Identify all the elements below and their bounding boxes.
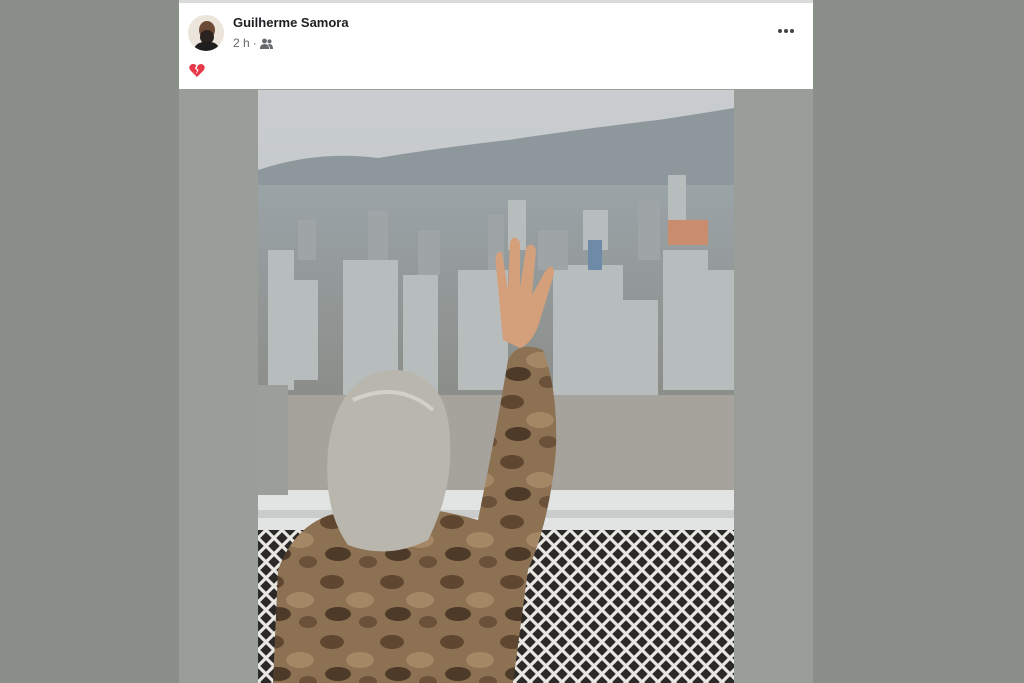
author-avatar[interactable] <box>188 15 224 51</box>
more-options-icon[interactable] <box>773 21 799 41</box>
meta-separator: · <box>252 36 257 50</box>
facebook-post: Guilherme Samora 2 h · <box>179 0 813 683</box>
post-meta: 2 h · <box>233 36 273 50</box>
friends-icon[interactable] <box>259 38 273 49</box>
broken-heart-emoji-icon <box>189 63 205 82</box>
post-photo[interactable] <box>258 90 734 683</box>
post-time[interactable]: 2 h <box>233 36 250 50</box>
post-header: Guilherme Samora 2 h · <box>179 0 813 89</box>
author-name[interactable]: Guilherme Samora <box>233 15 349 30</box>
post-caption <box>189 63 205 83</box>
